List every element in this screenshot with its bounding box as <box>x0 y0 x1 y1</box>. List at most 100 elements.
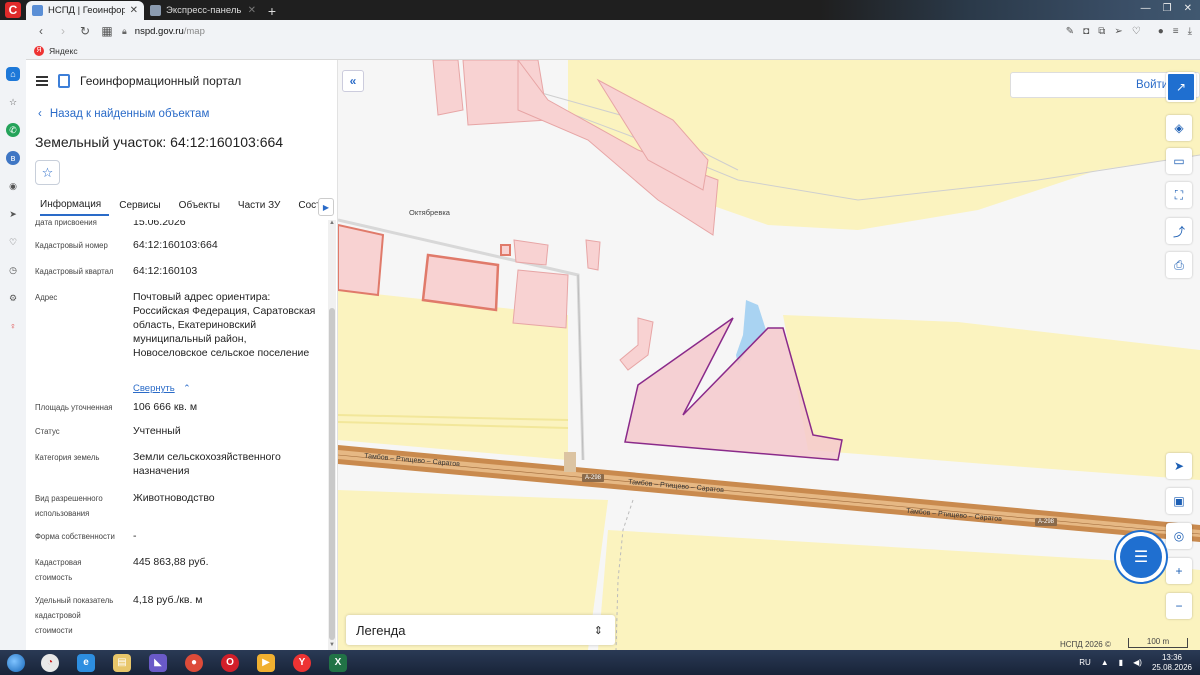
system-tray: RU ▲ ▮ ◀) 13:36 25.08.2026 <box>1079 650 1192 675</box>
taskbar-app-internet-explorer[interactable]: e <box>68 650 104 675</box>
scroll-down-icon[interactable]: ▼ <box>328 642 336 650</box>
info-scrollbar[interactable]: ▲ ▼ <box>328 220 336 650</box>
new-tab-button[interactable]: + <box>262 1 282 20</box>
url-field[interactable]: nspd.gov.ru/map <box>135 26 1058 37</box>
select-area-icon[interactable]: ⛶ <box>1166 182 1192 208</box>
legend-toggle[interactable]: Легенда ⇕ <box>346 615 615 645</box>
apps-grid-icon[interactable]: ▦ <box>100 24 114 38</box>
back-icon[interactable]: ‹ <box>34 24 48 38</box>
vk-icon[interactable]: в <box>0 144 26 172</box>
taskbar-app-yandex[interactable]: Y <box>284 650 320 675</box>
downloads-icon[interactable]: ⤓ <box>1188 26 1192 37</box>
forward-icon[interactable]: › <box>56 24 70 38</box>
home-icon[interactable]: ⌂ <box>0 60 26 88</box>
info-value: 15.06.2026 <box>133 220 186 228</box>
info-label: Категория земель <box>35 453 100 462</box>
browser-tab-nspd[interactable]: НСПД | Геоинформационн ✕ <box>26 1 144 20</box>
screenshot-icon[interactable]: ⧉ <box>1098 26 1105 37</box>
account-icon[interactable]: ● <box>1158 26 1164 37</box>
edit-icon[interactable]: ✎ <box>1066 26 1074 37</box>
collapse-address-link[interactable]: Свернуть <box>133 383 175 394</box>
chat-support-icon[interactable]: ↗ <box>1166 72 1196 102</box>
tabs-scroll-right-icon[interactable]: ▶ <box>318 198 334 216</box>
portal-title: Геоинформационный портал <box>80 74 242 88</box>
taskbar-app-opera[interactable]: O <box>212 650 248 675</box>
zoom-in-icon[interactable]: + <box>1166 558 1192 584</box>
geolocation-icon[interactable]: ➤ <box>1166 453 1192 479</box>
heart-icon[interactable]: ♡ <box>1132 26 1141 37</box>
tray-arrow-icon[interactable]: ▲ <box>1101 658 1109 667</box>
send-icon[interactable]: ➤ <box>0 200 26 228</box>
tab-title: НСПД | Геоинформационн <box>48 5 125 16</box>
maximize-icon[interactable]: ❐ <box>1163 3 1172 14</box>
tab-information[interactable]: Информация <box>40 199 110 216</box>
tab-parcel-parts[interactable]: Части ЗУ <box>238 200 288 215</box>
share-icon[interactable]: ➢ <box>1114 26 1122 37</box>
map-canvas[interactable] <box>338 60 1200 650</box>
share-map-icon[interactable]: ⤴ <box>1166 218 1192 244</box>
menu-icon[interactable]: ≡ <box>1173 26 1179 37</box>
close-tab-icon[interactable]: ✕ <box>130 5 138 16</box>
collapse-panel-button[interactable]: « <box>342 70 364 92</box>
print-icon[interactable]: ⎙ <box>1166 252 1192 278</box>
volume-icon[interactable]: ◀) <box>1133 658 1142 667</box>
info-value: Земли сельскохозяйственного назначения <box>133 451 281 477</box>
ruler-icon[interactable]: ▭ <box>1166 148 1192 174</box>
taskbar-app-player[interactable]: ▶ <box>248 650 284 675</box>
map-view[interactable]: Октябревка Тамбов – Ртищево – Саратов Та… <box>338 60 1200 650</box>
info-value: 106 666 кв. м <box>133 401 198 413</box>
start-button[interactable] <box>0 650 32 675</box>
whatsapp-icon[interactable]: ✆ <box>0 116 26 144</box>
settings-icon[interactable]: ⚙ <box>0 284 26 312</box>
taskbar-app-chrome[interactable]: ● <box>176 650 212 675</box>
taskbar-app-tools[interactable]: ◔ <box>32 650 68 675</box>
clock-date: 25.08.2026 <box>1151 662 1192 672</box>
windows-taskbar: ◔ e ▤ ◣ ● O ▶ Y X RU ▲ ▮ ◀) 13:36 25.08.… <box>0 650 1200 675</box>
taskbar-app-media[interactable]: ◣ <box>140 650 176 675</box>
minimize-icon[interactable]: — <box>1141 3 1151 14</box>
url-path: /map <box>183 25 205 37</box>
chevron-left-icon: ‹ <box>38 108 42 120</box>
feedback-chat-button[interactable]: ☰ <box>1116 532 1166 582</box>
history-icon[interactable]: ◷ <box>0 256 26 284</box>
browser-logo-icon[interactable]: C <box>0 0 26 20</box>
browser-tab-express[interactable]: Экспресс-панель ✕ <box>144 1 262 20</box>
tips-icon[interactable]: ♀ <box>0 312 26 340</box>
info-value: Животноводство <box>133 492 215 504</box>
close-window-icon[interactable]: ✕ <box>1184 3 1192 14</box>
info-label: Форма собственности <box>35 532 115 541</box>
favorite-star-button[interactable]: ☆ <box>35 160 60 185</box>
tab-objects[interactable]: Объекты <box>179 200 228 215</box>
taskbar-app-explorer[interactable]: ▤ <box>104 650 140 675</box>
map-copyright: НСПД 2026 © <box>1060 640 1111 649</box>
scroll-up-icon[interactable]: ▲ <box>328 220 336 228</box>
bookmarks-icon[interactable]: ☆ <box>0 88 26 116</box>
back-to-results-link[interactable]: ‹ Назад к найденным объектам <box>38 108 209 120</box>
tab-title: Экспресс-панель <box>166 5 242 16</box>
basemap-icon[interactable]: ▣ <box>1166 488 1192 514</box>
tab-services[interactable]: Сервисы <box>119 200 168 215</box>
clock[interactable]: 13:36 25.08.2026 <box>1152 653 1192 673</box>
language-indicator[interactable]: RU <box>1079 658 1091 667</box>
reload-icon[interactable]: ↻ <box>78 24 92 38</box>
chevron-up-icon[interactable]: ⌃ <box>183 383 191 393</box>
info-label: Кадастровый квартал <box>35 267 114 276</box>
zoom-out-icon[interactable]: − <box>1166 593 1192 619</box>
player-icon[interactable]: ◉ <box>0 172 26 200</box>
search-by-point-icon[interactable]: ◎ <box>1166 523 1192 549</box>
network-icon[interactable]: ▮ <box>1119 658 1123 667</box>
camera-icon[interactable]: ◘ <box>1083 26 1089 37</box>
highway-shield: А-298 <box>582 474 605 482</box>
info-value: 64:12:160103:664 <box>133 239 218 251</box>
info-label: Кадастровая стоимость <box>35 558 82 582</box>
menu-burger-icon[interactable] <box>36 76 48 86</box>
taskbar-app-excel[interactable]: X <box>320 650 356 675</box>
close-tab-icon[interactable]: ✕ <box>248 5 256 16</box>
favorites-icon[interactable]: ♡ <box>0 228 26 256</box>
chevron-updown-icon: ⇕ <box>593 624 603 637</box>
bookmark-yandex[interactable]: Яндекс <box>49 46 78 56</box>
scrollbar-thumb[interactable] <box>329 308 335 640</box>
info-label: Удельный показатель кадастровой стоимост… <box>35 596 114 635</box>
layers-icon[interactable]: ◈ <box>1166 115 1192 141</box>
